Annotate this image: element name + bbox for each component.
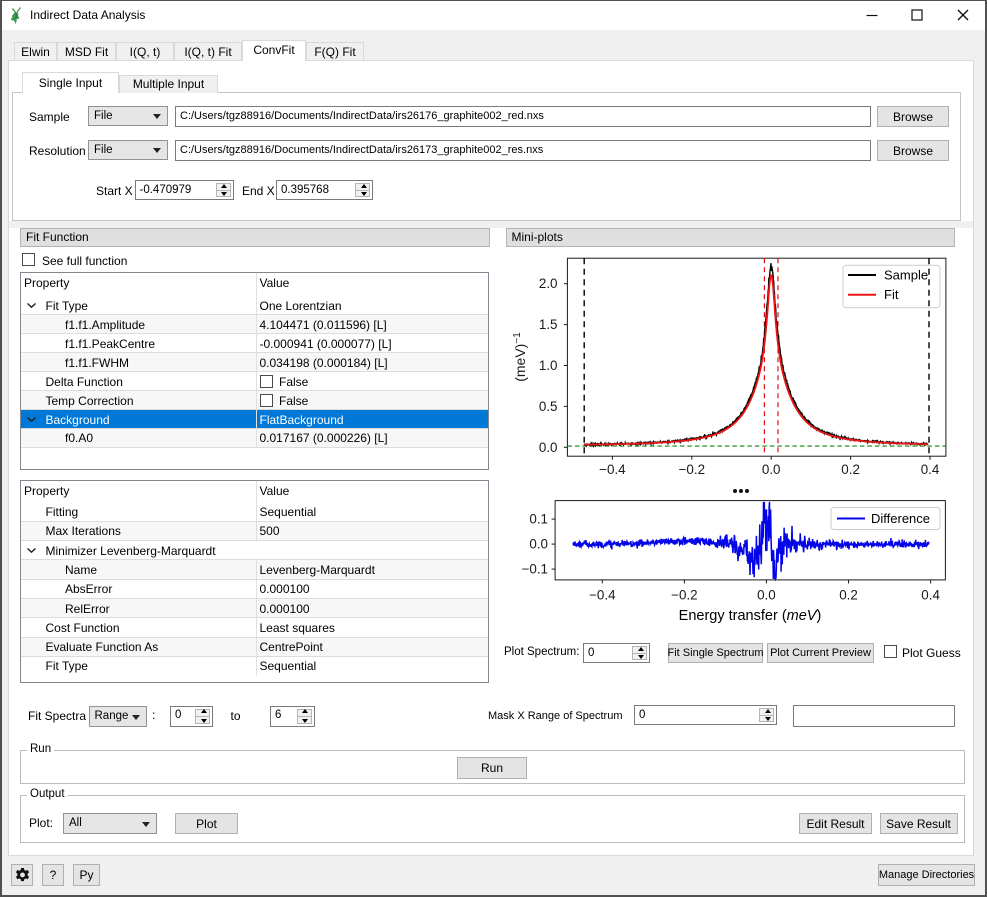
svg-text:0.0: 0.0 [529,537,548,552]
svg-text:Energy transfer (meV): Energy transfer (meV) [679,608,822,624]
svg-text:1.0: 1.0 [539,358,558,373]
svg-text:Sample: Sample [884,268,928,283]
svg-text:−0.4: −0.4 [589,587,616,602]
svg-text:0.0: 0.0 [762,462,781,477]
svg-text:0.4: 0.4 [921,587,940,602]
svg-text:0.5: 0.5 [539,399,558,414]
svg-text:−0.4: −0.4 [599,462,626,477]
svg-text:−0.1: −0.1 [522,562,548,577]
svg-text:0.2: 0.2 [839,587,858,602]
svg-text:0.0: 0.0 [539,440,558,455]
svg-text:Difference: Difference [871,511,930,526]
svg-text:0.2: 0.2 [841,462,860,477]
svg-text:2.0: 2.0 [539,276,558,291]
svg-text:−0.2: −0.2 [671,587,697,602]
svg-text:0.0: 0.0 [757,587,776,602]
svg-text:0.1: 0.1 [529,512,548,527]
svg-text:(meV)−1: (meV)−1 [512,332,528,382]
svg-text:−0.2: −0.2 [679,462,705,477]
svg-text:0.4: 0.4 [921,462,940,477]
svg-text:1.5: 1.5 [539,317,558,332]
svg-text:Fit: Fit [884,287,899,302]
